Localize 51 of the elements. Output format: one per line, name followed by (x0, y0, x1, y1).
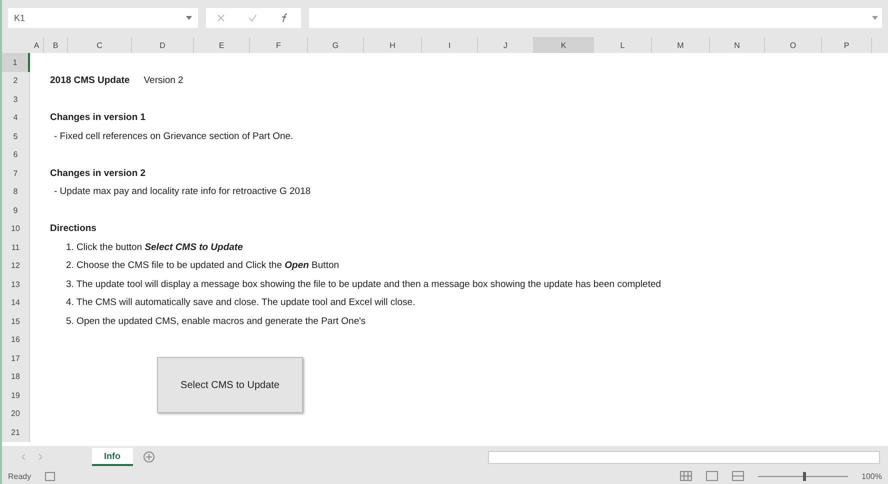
direction-step: 1. Click the button Select CMS to Update (66, 242, 243, 253)
normal-view-icon[interactable] (680, 471, 692, 481)
row-header[interactable]: 21 (2, 423, 30, 442)
direction-step: 2. Choose the CMS file to be updated and Click the Open Button (66, 260, 340, 272)
macro-record-icon[interactable] (45, 472, 56, 480)
row-header[interactable]: 7 (2, 164, 30, 182)
sheet-title: 2018 CMS Update (50, 75, 130, 86)
section-heading: Changes in version 1 (50, 112, 146, 124)
row-header[interactable]: 6 (2, 146, 30, 164)
row-header[interactable]: 3 (2, 90, 30, 108)
add-sheet-icon[interactable] (142, 451, 154, 463)
name-box[interactable]: K1 (8, 8, 198, 28)
dropdown-icon[interactable] (186, 16, 192, 20)
row-header[interactable]: 2 (2, 72, 30, 90)
zoom-level[interactable]: 100% (862, 472, 882, 480)
row-header[interactable]: 8 (2, 182, 30, 201)
direction-step: 4. The CMS will automatically save and close. The update tool and Excel will close. (66, 297, 416, 308)
expand-icon[interactable] (872, 16, 878, 20)
sheet-tab[interactable]: Info (92, 448, 132, 466)
section-heading: Changes in version 2 (50, 168, 146, 179)
direction-step: 3. The update tool will display a message box showing the file to be update and then a message box showing the update has been completed (66, 278, 662, 290)
row-header[interactable]: 11 (2, 238, 30, 256)
horizontal-scrollbar[interactable] (488, 450, 880, 464)
column-header[interactable]: K (534, 37, 594, 53)
row-header[interactable]: 19 (2, 386, 30, 404)
row-header[interactable]: 9 (2, 201, 30, 220)
scroll-tabs-icon[interactable] (22, 454, 42, 460)
row-header[interactable]: 13 (2, 275, 30, 294)
row-header[interactable]: 20 (2, 404, 30, 423)
row-header[interactable]: 16 (2, 330, 30, 349)
select-cms-button[interactable]: Select CMS to Update (157, 357, 303, 413)
direction-step: 5. Open the updated CMS, enable macros and generate the Part One's (66, 316, 366, 327)
page-layout-icon[interactable] (706, 471, 718, 481)
cancel-icon[interactable] (217, 14, 226, 22)
version-label: Version 2 (144, 75, 184, 86)
row-header[interactable]: 15 (2, 312, 30, 330)
row-header[interactable]: 17 (2, 349, 30, 368)
change-note: - Fixed cell references on Grievance section of Part One. (54, 130, 294, 142)
row-header[interactable]: 1 (2, 53, 30, 72)
section-heading: Directions (50, 223, 96, 234)
row-header[interactable]: 12 (2, 256, 30, 275)
check-icon[interactable] (248, 14, 257, 22)
page-break-icon[interactable] (732, 471, 744, 481)
change-note: - Update max pay and locality rate info for retroactive G 2018 (54, 186, 311, 198)
row-header[interactable]: 4 (2, 108, 30, 127)
function-icon[interactable] (280, 13, 290, 23)
row-header[interactable]: 18 (2, 368, 30, 386)
row-header[interactable]: 14 (2, 294, 30, 312)
row-header[interactable]: 10 (2, 220, 30, 238)
row-header[interactable]: 5 (2, 127, 30, 146)
status-text: Ready (8, 472, 32, 480)
